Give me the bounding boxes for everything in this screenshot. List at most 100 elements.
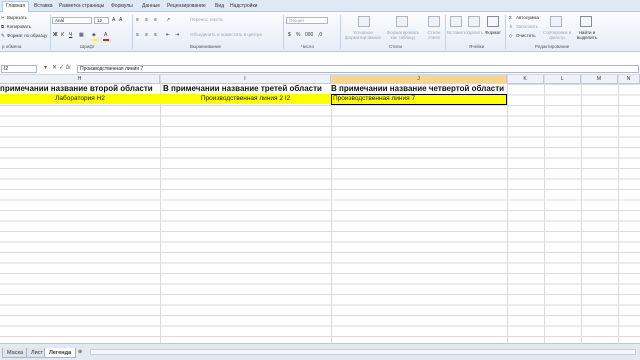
cut-button[interactable]: Вырезать: [7, 15, 27, 20]
column-header-l[interactable]: L: [544, 75, 581, 84]
currency-icon[interactable]: $: [288, 32, 291, 38]
fill-color-swatch: [91, 39, 97, 41]
font-size-select[interactable]: 12: [94, 17, 109, 24]
conditional-format-button[interactable]: Условное форматирование: [344, 30, 382, 40]
underline-icon[interactable]: Ч: [69, 32, 72, 38]
font-shrink-icon[interactable]: A: [119, 17, 122, 23]
column-header-k[interactable]: K: [507, 75, 544, 84]
gridline: [618, 75, 619, 343]
number-format-select[interactable]: Общий: [286, 17, 328, 24]
column-header-j[interactable]: J: [331, 75, 507, 84]
find-select-icon[interactable]: [580, 16, 592, 27]
styles-group-label: Стили: [389, 44, 402, 49]
align-bottom-icon[interactable]: ≡: [154, 17, 157, 23]
cell-i1[interactable]: В примечании название третей области: [163, 84, 331, 94]
delete-cells-icon[interactable]: [468, 16, 480, 27]
fx-icon[interactable]: fx: [66, 65, 71, 72]
tab-insert[interactable]: Вставка: [31, 2, 56, 12]
formula-bar: I2 ▾ ✕ ✓ fx Производственная линия 7: [0, 63, 640, 75]
cell-j1[interactable]: В примечании название четвертой области: [331, 84, 507, 94]
indent-increase-icon[interactable]: ⇥: [175, 32, 179, 38]
font-color-swatch: [103, 39, 109, 41]
cell-h2[interactable]: Лаборатория Н2: [0, 94, 160, 104]
ribbon-separator: [445, 15, 446, 49]
borders-icon[interactable]: ▦: [79, 32, 84, 38]
cancel-icon[interactable]: ✕: [52, 65, 57, 72]
tab-formulas[interactable]: Формулы: [108, 2, 136, 12]
cell-i2[interactable]: Производственная линия 2 I2: [160, 94, 331, 104]
gridline: [331, 75, 332, 343]
decimal-icon[interactable]: ,0: [318, 32, 322, 38]
brush-icon: ✎: [1, 33, 5, 38]
alignment-group-label: Выравнивание: [190, 44, 221, 49]
format-as-table-button[interactable]: Форматировать как таблицу: [385, 30, 421, 40]
ribbon: ✂ Вырезать ⧉ Копировать ✎ Формат по обра…: [0, 12, 640, 52]
column-header-m[interactable]: M: [581, 75, 618, 84]
align-right-icon[interactable]: ≡: [154, 32, 157, 38]
bold-icon[interactable]: Ж: [53, 32, 58, 38]
sheet-tab-mask[interactable]: Маска: [2, 348, 29, 358]
ribbon-separator: [132, 15, 133, 49]
ribbon-separator: [283, 15, 284, 49]
gridline: [160, 75, 161, 343]
sigma-icon: Σ: [509, 15, 512, 20]
format-cells-button[interactable]: Формат: [485, 30, 501, 35]
sort-filter-button[interactable]: Сортировка и фильтр: [540, 30, 574, 40]
tab-view[interactable]: Вид: [212, 2, 227, 12]
column-header-i[interactable]: I: [160, 75, 331, 84]
gridline: [581, 75, 582, 343]
align-center-icon[interactable]: ≡: [145, 32, 148, 38]
tab-review[interactable]: Рецензирование: [164, 2, 209, 12]
align-left-icon[interactable]: ≡: [136, 32, 139, 38]
clear-button[interactable]: Очистить: [516, 33, 536, 38]
copy-icon: ⧉: [1, 24, 5, 29]
orientation-icon[interactable]: ↗: [166, 17, 170, 23]
insert-cells-button[interactable]: Вставить: [447, 30, 466, 35]
column-header-h[interactable]: H: [0, 75, 160, 84]
sheet-tab-legend[interactable]: Легенда: [44, 348, 77, 358]
column-header-n[interactable]: N: [618, 75, 640, 84]
cell-styles-button[interactable]: Стили ячеек: [423, 30, 445, 40]
delete-cells-button[interactable]: Удалить: [466, 30, 483, 35]
fill-down-icon: ⬇: [509, 24, 513, 29]
align-top-icon[interactable]: ≡: [136, 17, 139, 23]
font-color-icon[interactable]: A: [104, 32, 107, 38]
name-box[interactable]: I2: [1, 65, 37, 73]
merge-center-button[interactable]: Объединить и поместить в центре: [190, 32, 262, 37]
wrap-text-button[interactable]: Перенос текста: [190, 17, 223, 22]
sort-filter-icon[interactable]: [550, 16, 562, 27]
align-middle-icon[interactable]: ≡: [145, 17, 148, 23]
font-grow-icon[interactable]: A: [112, 17, 115, 23]
comma-icon[interactable]: 000: [305, 32, 313, 38]
cell-styles-icon[interactable]: [428, 16, 440, 27]
format-cells-icon[interactable]: [487, 16, 499, 27]
horizontal-scrollbar[interactable]: [90, 349, 636, 355]
spreadsheet-grid[interactable]: H I J K L M N примечании название второй…: [0, 75, 640, 343]
tab-data[interactable]: Данные: [139, 2, 163, 12]
ribbon-tab-bar: Главная Вставка Разметка страницы Формул…: [0, 0, 640, 13]
tab-addins[interactable]: Надстройки: [227, 2, 260, 12]
fill-button[interactable]: Заполнить: [516, 24, 538, 29]
font-name-select[interactable]: Arial: [52, 17, 92, 24]
sheet-tab-bar: Маска Лист Легенда ⊕: [0, 343, 640, 360]
format-painter-button[interactable]: Формат по образцу: [7, 33, 47, 38]
italic-icon[interactable]: К: [61, 32, 64, 38]
dropdown-icon[interactable]: ▾: [44, 65, 47, 72]
tab-page-layout[interactable]: Разметка страницы: [56, 2, 107, 12]
indent-decrease-icon[interactable]: ⇤: [166, 32, 170, 38]
insert-cells-icon[interactable]: [450, 16, 462, 27]
eraser-icon: ◇: [509, 33, 513, 38]
new-sheet-icon[interactable]: ⊕: [78, 349, 82, 355]
enter-icon[interactable]: ✓: [59, 65, 64, 72]
cells-group-label: Ячейки: [469, 44, 485, 49]
format-as-table-icon[interactable]: [396, 16, 408, 27]
number-group-label: Число: [301, 44, 314, 49]
fill-color-icon[interactable]: ◈: [92, 32, 96, 38]
find-select-button[interactable]: Найти и выделить: [574, 30, 600, 40]
cell-h1[interactable]: примечании название второй области: [0, 84, 160, 94]
formula-input[interactable]: Производственная линия 7: [77, 65, 639, 73]
percent-icon[interactable]: %: [296, 32, 300, 38]
autosum-button[interactable]: Автосумма: [516, 15, 539, 20]
conditional-format-icon[interactable]: [358, 16, 370, 27]
copy-button[interactable]: Копировать: [7, 24, 31, 29]
